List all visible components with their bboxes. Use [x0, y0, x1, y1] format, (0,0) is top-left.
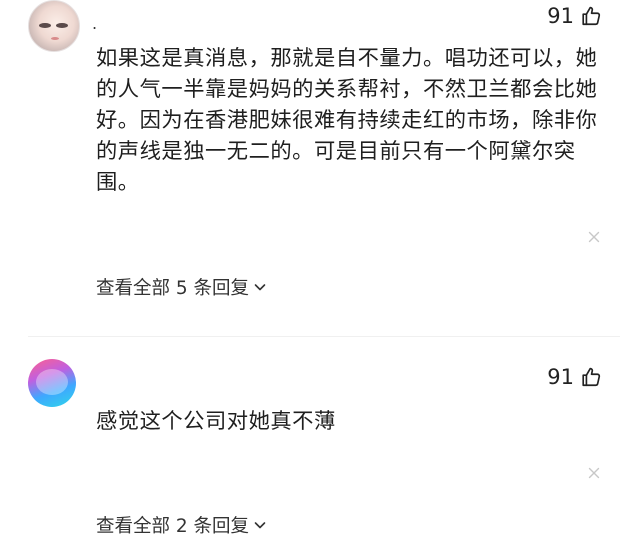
avatar[interactable]	[28, 359, 76, 407]
chevron-down-icon	[253, 518, 267, 532]
comment-divider	[28, 336, 620, 337]
like-count: 91	[547, 365, 574, 389]
thumbs-up-icon	[580, 366, 602, 388]
chevron-down-icon	[253, 280, 267, 294]
avatar[interactable]	[28, 0, 80, 52]
view-replies-label: 查看全部 2 条回复	[96, 516, 250, 537]
comment-text: 如果这是真消息，那就是自不量力。唱功还可以，她的人气一半靠是妈妈的关系帮衬，不然…	[96, 46, 598, 195]
like-button[interactable]: 91	[547, 4, 602, 28]
view-replies-link[interactable]: 查看全部 5 条回复	[96, 274, 267, 300]
view-replies-label: 查看全部 5 条回复	[96, 278, 250, 299]
thumbs-up-icon	[580, 5, 602, 27]
comment-item: 91 感觉这个公司对她真不薄 查看全部 2 条回复	[0, 344, 640, 548]
close-icon[interactable]	[588, 228, 600, 243]
comment-item: . 91 如果这是真消息，那就是自不量力。唱功还可以，她的人气一半靠是妈妈的关系…	[0, 0, 640, 328]
comment-text: 感觉这个公司对她真不薄	[96, 409, 336, 434]
close-icon[interactable]	[588, 464, 600, 479]
like-button[interactable]: 91	[547, 365, 602, 389]
view-replies-link[interactable]: 查看全部 2 条回复	[96, 512, 267, 538]
like-count: 91	[547, 4, 574, 28]
username[interactable]: .	[92, 14, 97, 33]
